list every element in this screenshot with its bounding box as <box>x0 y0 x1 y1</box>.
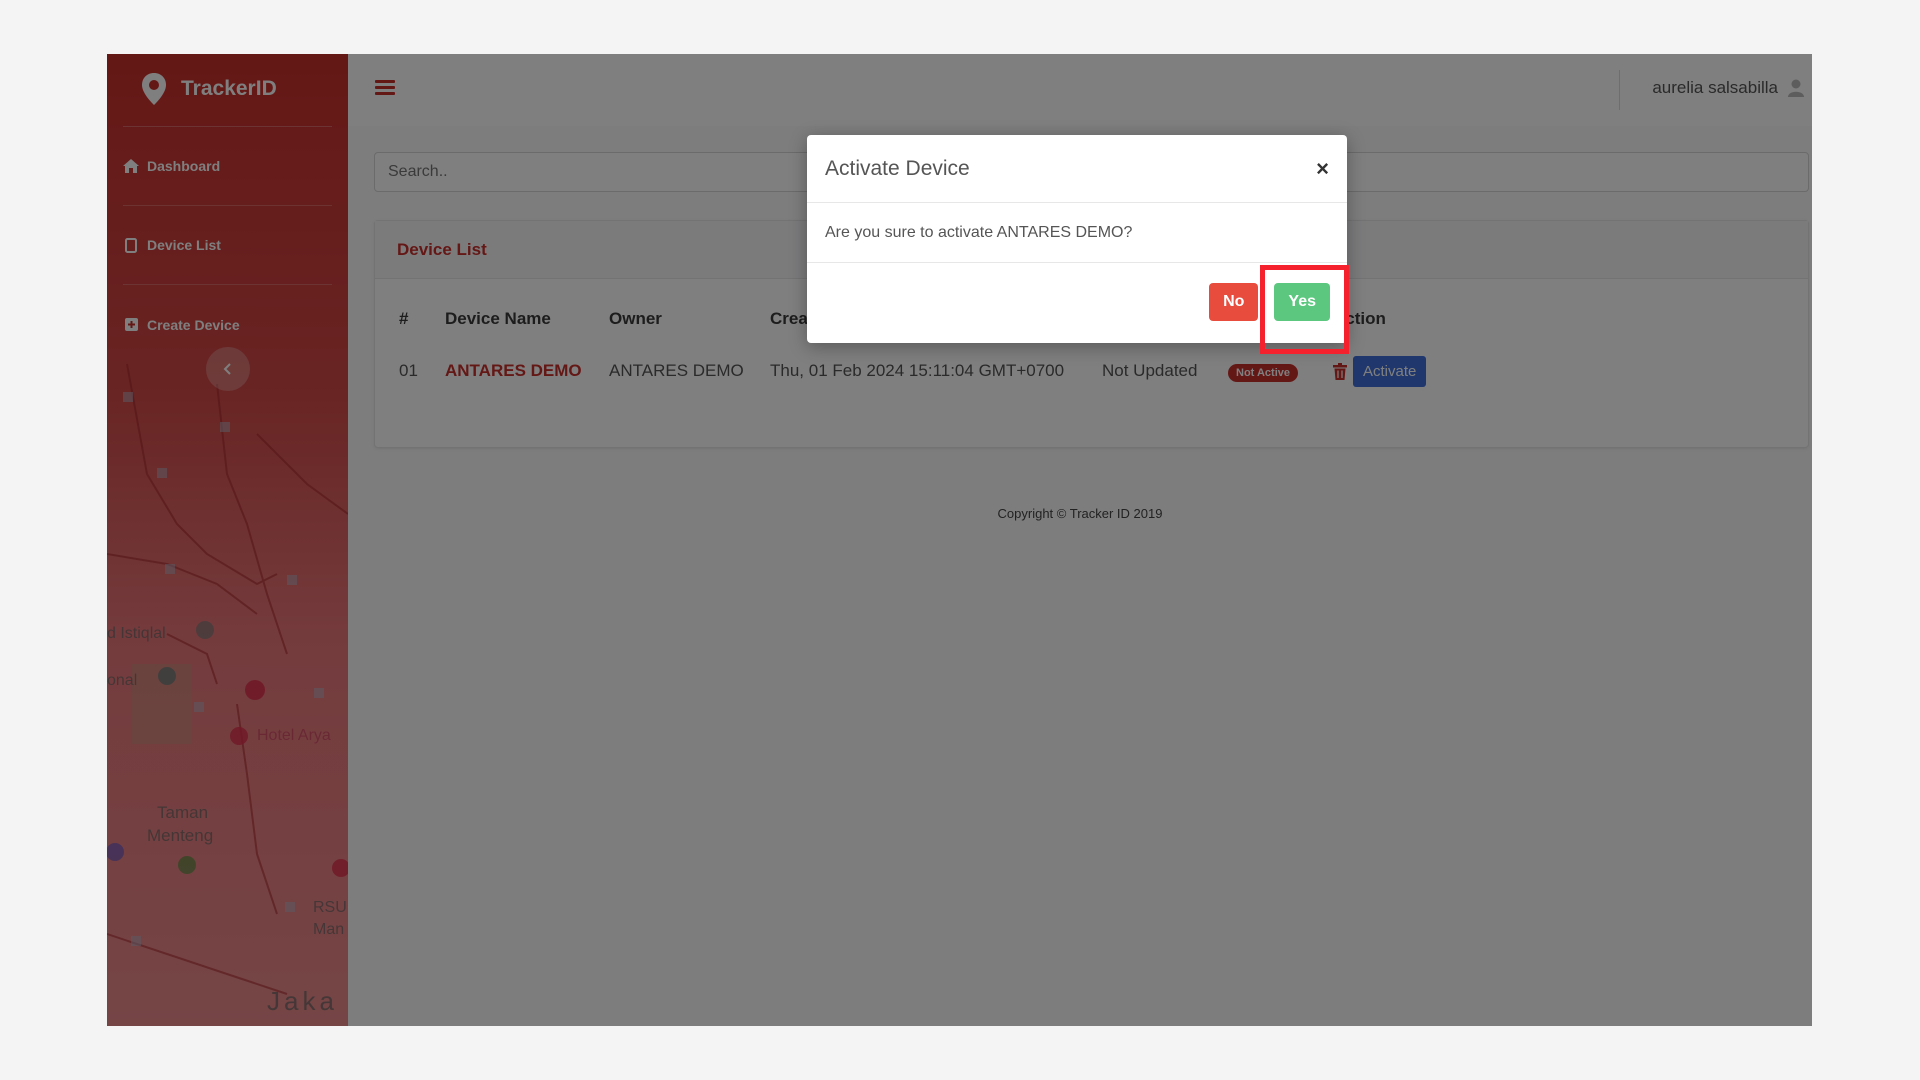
modal-title: Activate Device <box>825 156 970 180</box>
activate-device-modal: Activate Device × Are you sure to activa… <box>807 135 1347 343</box>
modal-footer: No Yes <box>807 263 1347 341</box>
app-window: d Istiqlal onal Hotel Arya Taman Menteng… <box>107 54 1812 1026</box>
modal-message: Are you sure to activate ANTARES DEMO? <box>807 203 1347 263</box>
close-icon[interactable]: × <box>1316 157 1329 180</box>
yes-button[interactable]: Yes <box>1274 283 1330 321</box>
modal-header: Activate Device × <box>807 135 1347 203</box>
no-button[interactable]: No <box>1209 283 1259 321</box>
